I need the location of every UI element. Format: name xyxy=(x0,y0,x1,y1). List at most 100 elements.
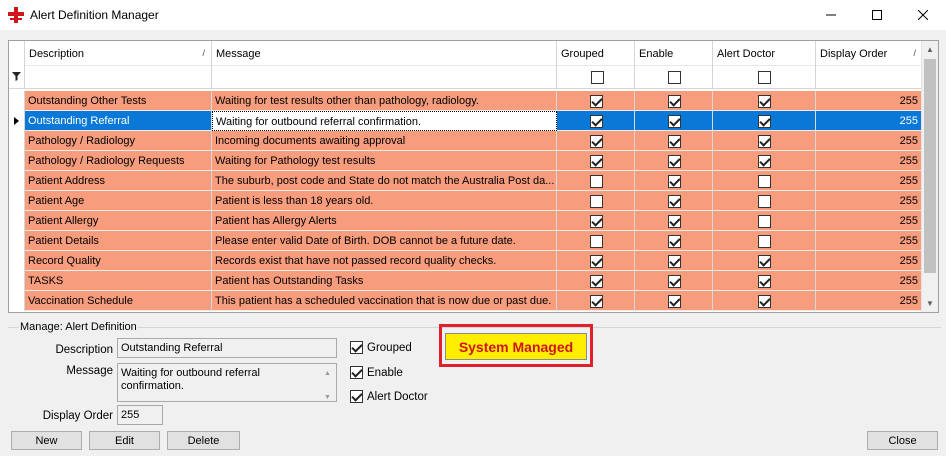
enable-checkbox-box[interactable] xyxy=(350,366,363,379)
alert-doctor-checkbox-box[interactable] xyxy=(350,390,363,403)
cell-alert-doctor[interactable] xyxy=(713,291,816,311)
cell-grouped[interactable] xyxy=(557,271,635,291)
grouped-checkbox[interactable] xyxy=(590,175,603,188)
row-indicator[interactable] xyxy=(9,251,25,271)
cell-display-order[interactable]: 255 xyxy=(816,231,923,251)
cell-enable[interactable] xyxy=(635,171,713,191)
cell-enable[interactable] xyxy=(635,151,713,171)
scroll-up-icon[interactable]: ▲ xyxy=(922,41,938,58)
cell-message[interactable]: Waiting for test results other than path… xyxy=(212,91,557,111)
cell-message[interactable]: Patient has Outstanding Tasks xyxy=(212,271,557,291)
cell-display-order[interactable]: 255 xyxy=(816,271,923,291)
alert-doctor-checkbox[interactable] xyxy=(758,235,771,248)
column-header-display-order[interactable]: Display Order / xyxy=(816,41,923,89)
alert-doctor-checkbox[interactable] xyxy=(758,275,771,288)
cell-alert-doctor[interactable] xyxy=(713,131,816,151)
cell-grouped[interactable] xyxy=(557,231,635,251)
cell-description[interactable]: Patient Allergy xyxy=(25,211,212,231)
row-indicator[interactable] xyxy=(9,91,25,111)
alert-grid[interactable]: Description / Message Grouped Enable Ale… xyxy=(8,40,939,313)
row-indicator[interactable] xyxy=(9,211,25,231)
grouped-checkbox[interactable] xyxy=(590,195,603,208)
cell-enable[interactable] xyxy=(635,291,713,311)
maximize-button[interactable] xyxy=(854,0,900,30)
table-row[interactable]: Pathology / Radiology Incoming documents … xyxy=(9,131,923,151)
cell-display-order[interactable]: 255 xyxy=(816,151,923,171)
row-indicator[interactable] xyxy=(9,271,25,291)
grouped-checkbox[interactable] xyxy=(590,95,603,108)
row-indicator[interactable] xyxy=(9,151,25,171)
cell-grouped[interactable] xyxy=(557,151,635,171)
cell-description[interactable]: Patient Details xyxy=(25,231,212,251)
grouped-checkbox[interactable] xyxy=(590,275,603,288)
row-indicator[interactable] xyxy=(9,191,25,211)
cell-alert-doctor[interactable] xyxy=(713,191,816,211)
cell-grouped[interactable] xyxy=(557,191,635,211)
close-window-button[interactable] xyxy=(900,0,946,30)
cell-message[interactable]: Please enter valid Date of Birth. DOB ca… xyxy=(212,231,557,251)
cell-display-order[interactable]: 255 xyxy=(816,291,923,311)
cell-grouped[interactable] xyxy=(557,131,635,151)
cell-grouped[interactable] xyxy=(557,291,635,311)
alert-doctor-checkbox[interactable] xyxy=(758,215,771,228)
scroll-thumb[interactable] xyxy=(924,59,936,273)
cell-description[interactable]: Pathology / Radiology xyxy=(25,131,212,151)
column-header-message[interactable]: Message xyxy=(212,41,557,89)
cell-grouped[interactable] xyxy=(557,171,635,191)
table-row[interactable]: Outstanding Other Tests Waiting for test … xyxy=(9,91,923,111)
display-order-field[interactable]: 255 xyxy=(117,405,163,425)
alert-doctor-checkbox[interactable] xyxy=(758,175,771,188)
cell-display-order[interactable]: 255 xyxy=(816,191,923,211)
alert-doctor-checkbox[interactable] xyxy=(758,115,771,128)
cell-enable[interactable] xyxy=(635,211,713,231)
cell-alert-doctor[interactable] xyxy=(713,111,816,131)
delete-button[interactable]: Delete xyxy=(167,431,240,450)
cell-display-order[interactable]: 255 xyxy=(816,91,923,111)
message-field[interactable]: Waiting for outbound referral confirmati… xyxy=(117,363,337,402)
cell-display-order[interactable]: 255 xyxy=(816,251,923,271)
column-header-grouped[interactable]: Grouped xyxy=(557,41,635,89)
cell-display-order[interactable]: 255 xyxy=(816,171,923,191)
alert-doctor-checkbox[interactable] xyxy=(758,155,771,168)
cell-message[interactable]: Patient is less than 18 years old. xyxy=(212,191,557,211)
cell-alert-doctor[interactable] xyxy=(713,171,816,191)
cell-enable[interactable] xyxy=(635,131,713,151)
cell-description[interactable]: Patient Age xyxy=(25,191,212,211)
cell-description[interactable]: Outstanding Referral xyxy=(25,111,212,131)
alert-doctor-checkbox[interactable] xyxy=(758,95,771,108)
filter-display-order[interactable] xyxy=(816,65,922,89)
edit-button[interactable]: Edit xyxy=(89,431,160,450)
enable-checkbox[interactable]: Enable xyxy=(350,366,403,379)
enable-checkbox[interactable] xyxy=(668,295,681,308)
cell-message[interactable]: Waiting for outbound referral confirmati… xyxy=(212,111,557,131)
enable-checkbox[interactable] xyxy=(668,195,681,208)
row-indicator[interactable] xyxy=(9,131,25,151)
alert-doctor-checkbox[interactable] xyxy=(758,295,771,308)
cell-enable[interactable] xyxy=(635,231,713,251)
message-scrollbar[interactable]: ▲ ▼ xyxy=(320,365,335,402)
grid-vertical-scrollbar[interactable]: ▲ ▼ xyxy=(921,41,938,312)
cell-description[interactable]: Patient Address xyxy=(25,171,212,191)
description-field[interactable]: Outstanding Referral xyxy=(117,338,337,358)
scroll-down-icon[interactable]: ▼ xyxy=(922,295,938,312)
enable-checkbox[interactable] xyxy=(668,215,681,228)
enable-checkbox[interactable] xyxy=(668,115,681,128)
table-row[interactable]: Patient Address The suburb, post code and… xyxy=(9,171,923,191)
cell-description[interactable]: Pathology / Radiology Requests xyxy=(25,151,212,171)
row-indicator[interactable] xyxy=(9,111,25,131)
cell-display-order[interactable]: 255 xyxy=(816,211,923,231)
filter-message[interactable] xyxy=(212,65,556,89)
table-row[interactable]: Outstanding Referral Waiting for outbound… xyxy=(9,111,923,131)
alert-doctor-checkbox[interactable] xyxy=(758,255,771,268)
cell-grouped[interactable] xyxy=(557,111,635,131)
minimize-button[interactable] xyxy=(808,0,854,30)
cell-grouped[interactable] xyxy=(557,91,635,111)
grouped-checkbox[interactable] xyxy=(590,135,603,148)
column-header-alert-doctor[interactable]: Alert Doctor xyxy=(713,41,816,89)
row-indicator[interactable] xyxy=(9,231,25,251)
cell-alert-doctor[interactable] xyxy=(713,251,816,271)
cell-alert-doctor[interactable] xyxy=(713,91,816,111)
cell-alert-doctor[interactable] xyxy=(713,231,816,251)
cell-alert-doctor[interactable] xyxy=(713,151,816,171)
table-row[interactable]: Pathology / Radiology Requests Waiting fo… xyxy=(9,151,923,171)
